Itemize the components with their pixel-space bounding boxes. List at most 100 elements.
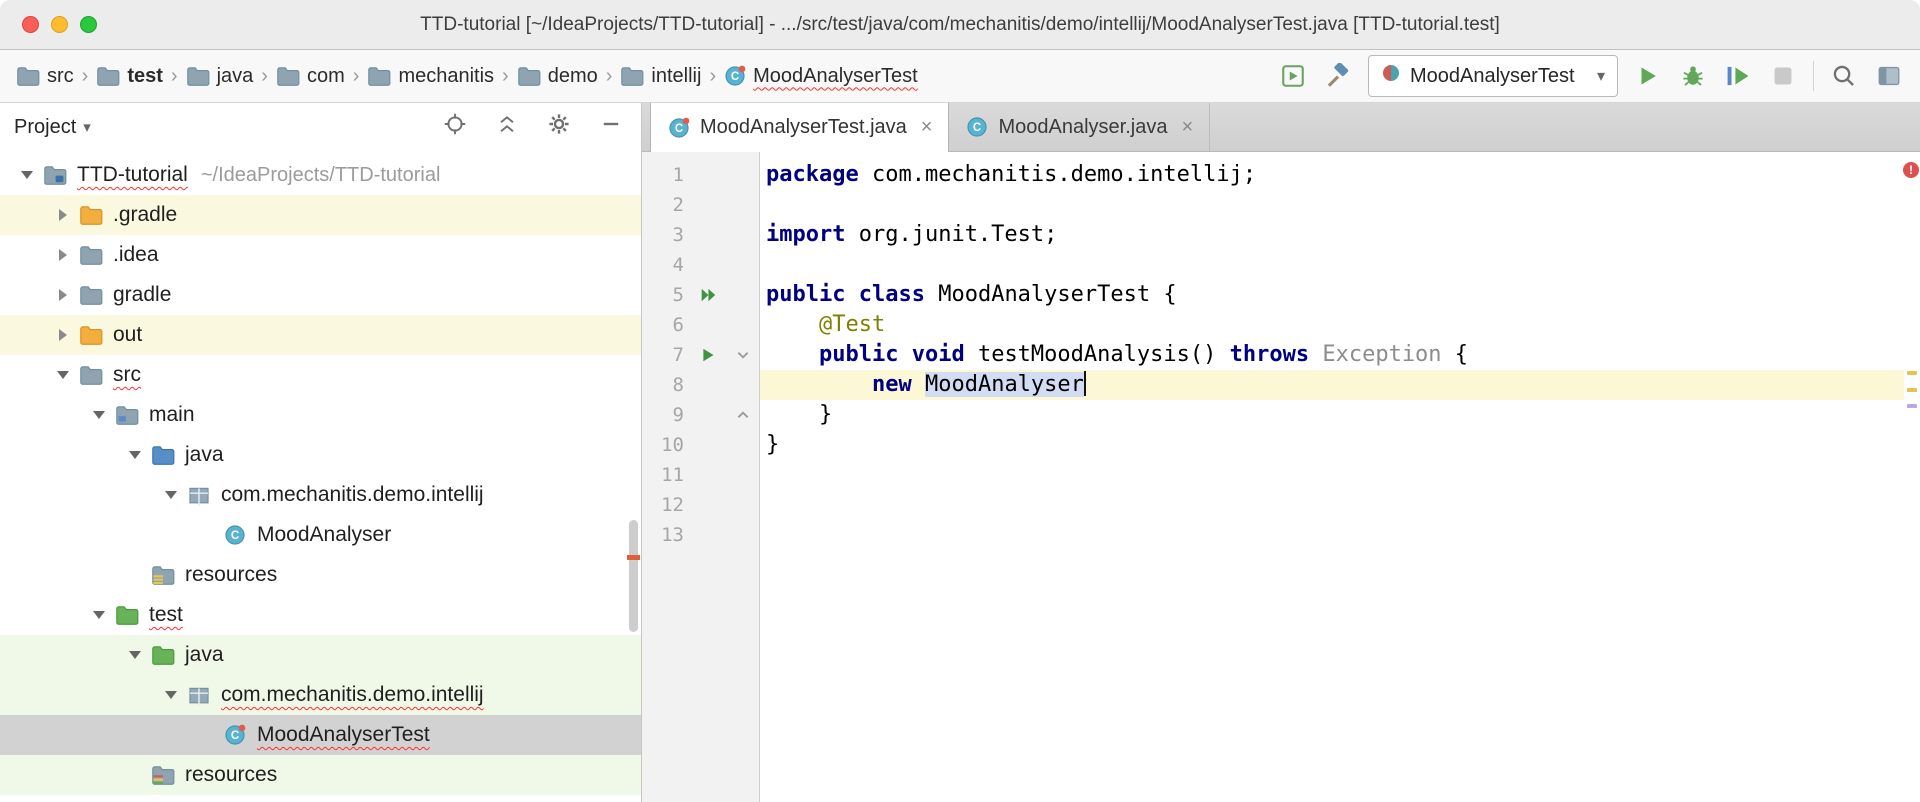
breadcrumb-item-mechanitis[interactable]: mechanitis: [367, 65, 494, 88]
tree-item-java[interactable]: java: [0, 635, 641, 675]
code-line-11[interactable]: [760, 460, 1904, 490]
run-all-tests-icon[interactable]: [688, 286, 730, 304]
breadcrumb-item-intellij[interactable]: intellij: [620, 65, 701, 88]
tree-item-idea[interactable]: .idea: [0, 235, 641, 275]
tree-item-moodanalyser[interactable]: C MoodAnalyser: [0, 515, 641, 555]
tree-item-ttd-tutorial[interactable]: TTD-tutorial ~/IdeaProjects/TTD-tutorial: [0, 155, 641, 195]
tree-item-moodanalysertest[interactable]: C MoodAnalyserTest: [0, 715, 641, 755]
search-everywhere-icon[interactable]: [1829, 61, 1859, 91]
twisty-open-icon[interactable]: [158, 691, 184, 699]
editor-tab-moodanalyser-java[interactable]: C MoodAnalyser.java ×: [949, 103, 1211, 151]
run-widget-icon[interactable]: [1278, 61, 1308, 91]
twisty-open-icon[interactable]: [122, 651, 148, 659]
tree-item-gradle[interactable]: gradle: [0, 275, 641, 315]
breadcrumb-item-java[interactable]: java: [186, 65, 253, 88]
tree-item-out[interactable]: out: [0, 315, 641, 355]
tree-item-test[interactable]: test: [0, 595, 641, 635]
project-structure-icon[interactable]: [1874, 61, 1904, 91]
line-number-5[interactable]: 5: [642, 284, 688, 306]
tree-item-label: .gradle: [113, 203, 178, 226]
breadcrumb-item-test[interactable]: test: [96, 65, 163, 88]
line-number-9[interactable]: 9: [642, 404, 688, 426]
project-scrollbar-thumb[interactable]: [629, 520, 638, 632]
twisty-open-icon[interactable]: [122, 451, 148, 459]
breadcrumb-item-src[interactable]: src: [16, 65, 74, 88]
code-line-4[interactable]: [760, 250, 1904, 280]
close-tab-icon[interactable]: ×: [1181, 116, 1193, 139]
line-number-2[interactable]: 2: [642, 194, 688, 216]
tree-item-resources[interactable]: resources: [0, 555, 641, 595]
debug-button[interactable]: [1678, 61, 1708, 91]
tree-item-src[interactable]: src: [0, 355, 641, 395]
twisty-closed-icon[interactable]: [50, 209, 76, 221]
twisty-open-icon[interactable]: [14, 171, 40, 179]
code-token: throws: [1229, 342, 1310, 367]
close-tab-icon[interactable]: ×: [921, 116, 933, 139]
tab-label: MoodAnalyser.java: [998, 115, 1168, 138]
project-panel-title[interactable]: Project: [14, 116, 76, 139]
twisty-closed-icon[interactable]: [50, 249, 76, 261]
settings-gear-icon[interactable]: [547, 112, 571, 142]
line-number-3[interactable]: 3: [642, 224, 688, 246]
tree-item-java[interactable]: java: [0, 435, 641, 475]
breadcrumb-item-demo[interactable]: demo: [517, 65, 598, 88]
chevron-down-icon[interactable]: ▾: [83, 118, 91, 136]
locate-file-icon[interactable]: [443, 112, 467, 142]
line-number-7[interactable]: 7: [642, 344, 688, 366]
run-button[interactable]: [1633, 61, 1663, 91]
line-number-11[interactable]: 11: [642, 464, 688, 486]
tree-item-resources[interactable]: resources: [0, 755, 641, 795]
line-number-8[interactable]: 8: [642, 374, 688, 396]
tree-item-gradle[interactable]: .gradle: [0, 195, 641, 235]
code-line-8[interactable]: new MoodAnalyser: [760, 370, 1904, 400]
line-number-12[interactable]: 12: [642, 494, 688, 516]
run-configuration-select[interactable]: MoodAnalyserTest ▾: [1368, 55, 1618, 97]
run-test-icon[interactable]: [688, 346, 730, 364]
gutter-row-8: 8: [642, 370, 759, 400]
line-number-4[interactable]: 4: [642, 254, 688, 276]
twisty-open-icon[interactable]: [50, 371, 76, 379]
code-line-10[interactable]: }: [760, 430, 1904, 460]
gutter-row-3: 3: [642, 220, 759, 250]
fold-marker-icon[interactable]: [730, 408, 756, 422]
tree-item-com-mechanitis-demo-intellij[interactable]: com.mechanitis.demo.intellij: [0, 675, 641, 715]
stop-button[interactable]: [1768, 61, 1798, 91]
inspections-status-icon[interactable]: !: [1903, 162, 1919, 178]
twisty-open-icon[interactable]: [86, 611, 112, 619]
tree-item-com-mechanitis-demo-intellij[interactable]: com.mechanitis.demo.intellij: [0, 475, 641, 515]
line-number-13[interactable]: 13: [642, 524, 688, 546]
breadcrumb-item-moodanalysertest[interactable]: C MoodAnalyserTest: [724, 65, 918, 88]
breadcrumb-separator: ›: [261, 64, 268, 87]
twisty-closed-icon[interactable]: [50, 289, 76, 301]
breadcrumb-item-com[interactable]: com: [276, 65, 345, 88]
collapse-all-icon[interactable]: [495, 112, 519, 142]
code-line-2[interactable]: [760, 190, 1904, 220]
code-area[interactable]: package com.mechanitis.demo.intellij; imp…: [760, 152, 1904, 802]
code-line-1[interactable]: package com.mechanitis.demo.intellij;: [760, 160, 1904, 190]
code-line-6[interactable]: @Test: [760, 310, 1904, 340]
code-line-5[interactable]: public class MoodAnalyserTest {: [760, 280, 1904, 310]
fold-marker-icon[interactable]: [730, 348, 756, 362]
tree-item-main[interactable]: main: [0, 395, 641, 435]
twisty-closed-icon[interactable]: [50, 329, 76, 341]
code-line-13[interactable]: [760, 520, 1904, 550]
run-with-coverage-button[interactable]: [1723, 61, 1753, 91]
scrollbar-error-mark: [627, 555, 640, 560]
line-number-1[interactable]: 1: [642, 164, 688, 186]
code-line-7[interactable]: public void testMoodAnalysis() throws Ex…: [760, 340, 1904, 370]
build-hammer-icon[interactable]: [1323, 61, 1353, 91]
warning-stripe-mark: [1907, 371, 1917, 375]
code-line-12[interactable]: [760, 490, 1904, 520]
line-number-6[interactable]: 6: [642, 314, 688, 336]
code-line-9[interactable]: }: [760, 400, 1904, 430]
gutter-row-9: 9: [642, 400, 759, 430]
line-number-10[interactable]: 10: [642, 434, 688, 456]
twisty-open-icon[interactable]: [86, 411, 112, 419]
editor-tab-moodanalysertest-java[interactable]: C MoodAnalyserTest.java ×: [650, 103, 950, 152]
twisty-open-icon[interactable]: [158, 491, 184, 499]
hide-panel-icon[interactable]: [599, 112, 623, 142]
close-window-button[interactable]: [22, 16, 39, 33]
minimize-window-button[interactable]: [51, 16, 68, 33]
zoom-window-button[interactable]: [80, 16, 97, 33]
code-line-3[interactable]: import org.junit.Test;: [760, 220, 1904, 250]
